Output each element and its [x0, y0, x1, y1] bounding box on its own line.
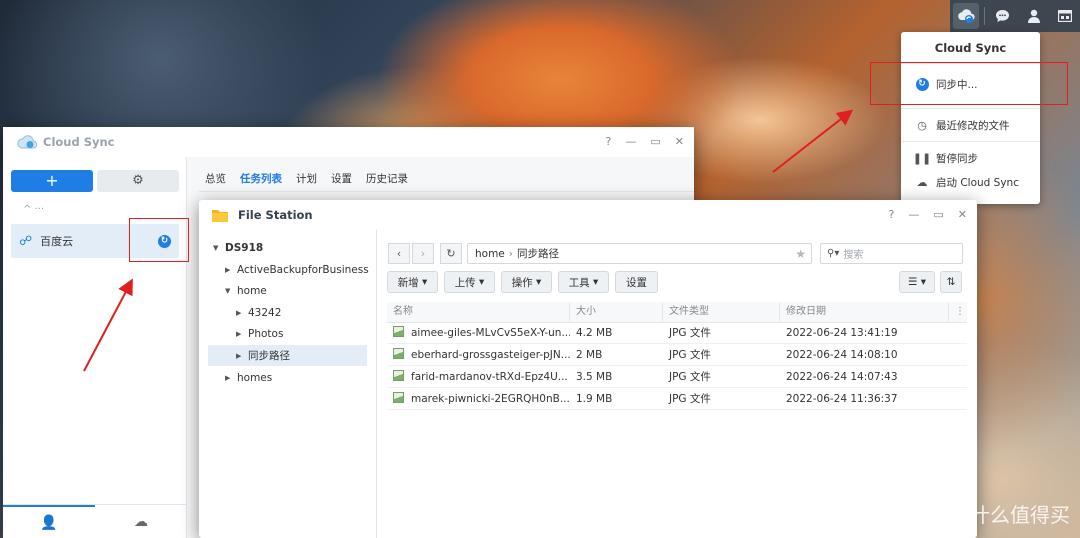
- watermark: 值 什么值得买: [936, 499, 1070, 528]
- arrow-to-connection: [83, 278, 133, 372]
- watermark-logo-icon: 值: [936, 499, 964, 528]
- watermark-text: 什么值得买: [970, 503, 1070, 527]
- annotation-arrows: [83, 109, 854, 372]
- arrow-to-syncing: [772, 109, 854, 173]
